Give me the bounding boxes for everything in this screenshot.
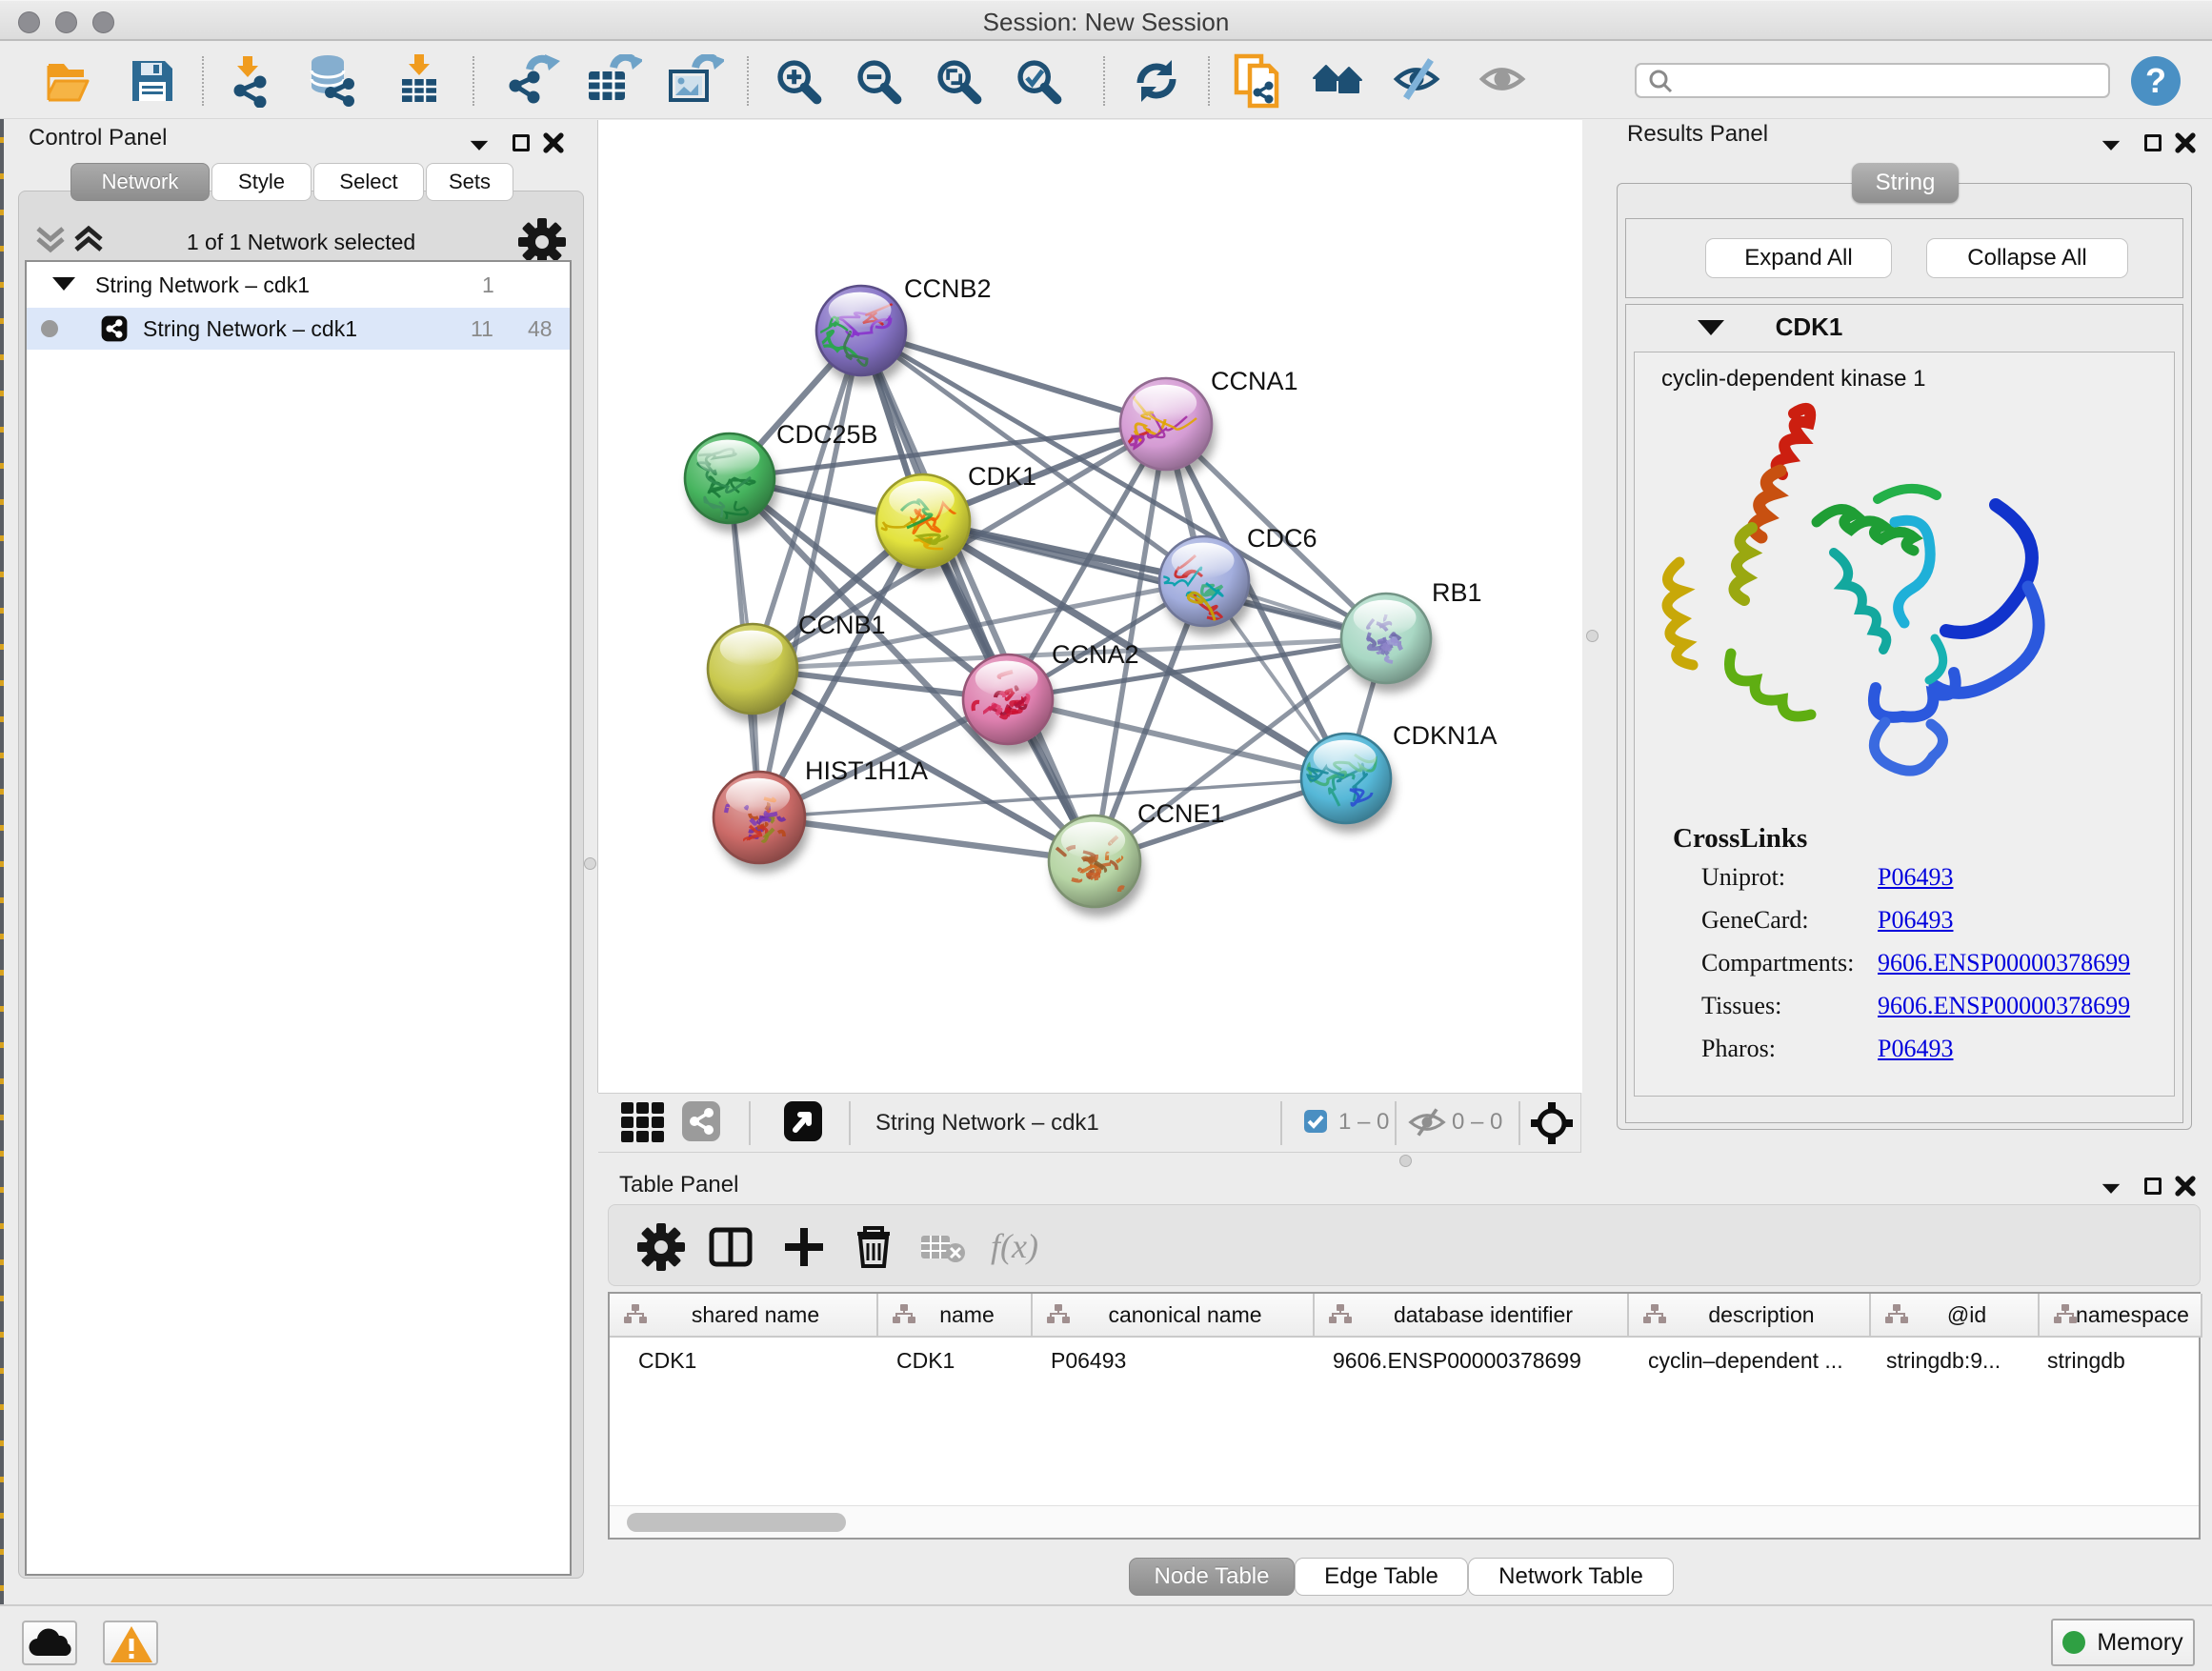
svg-text:HIST1H1A: HIST1H1A	[805, 756, 928, 785]
svg-text:RB1: RB1	[1432, 578, 1482, 607]
svg-text:CCNE1: CCNE1	[1137, 799, 1225, 828]
svg-text:CDK1: CDK1	[968, 462, 1036, 491]
svg-text:CCNB2: CCNB2	[904, 274, 992, 303]
svg-text:CCNA1: CCNA1	[1211, 367, 1298, 395]
svg-text:CDKN1A: CDKN1A	[1393, 721, 1498, 750]
svg-text:CDC25B: CDC25B	[776, 420, 878, 449]
svg-text:CCNB1: CCNB1	[798, 611, 886, 639]
svg-text:CDC6: CDC6	[1247, 524, 1317, 553]
svg-text:CCNA2: CCNA2	[1052, 640, 1139, 669]
